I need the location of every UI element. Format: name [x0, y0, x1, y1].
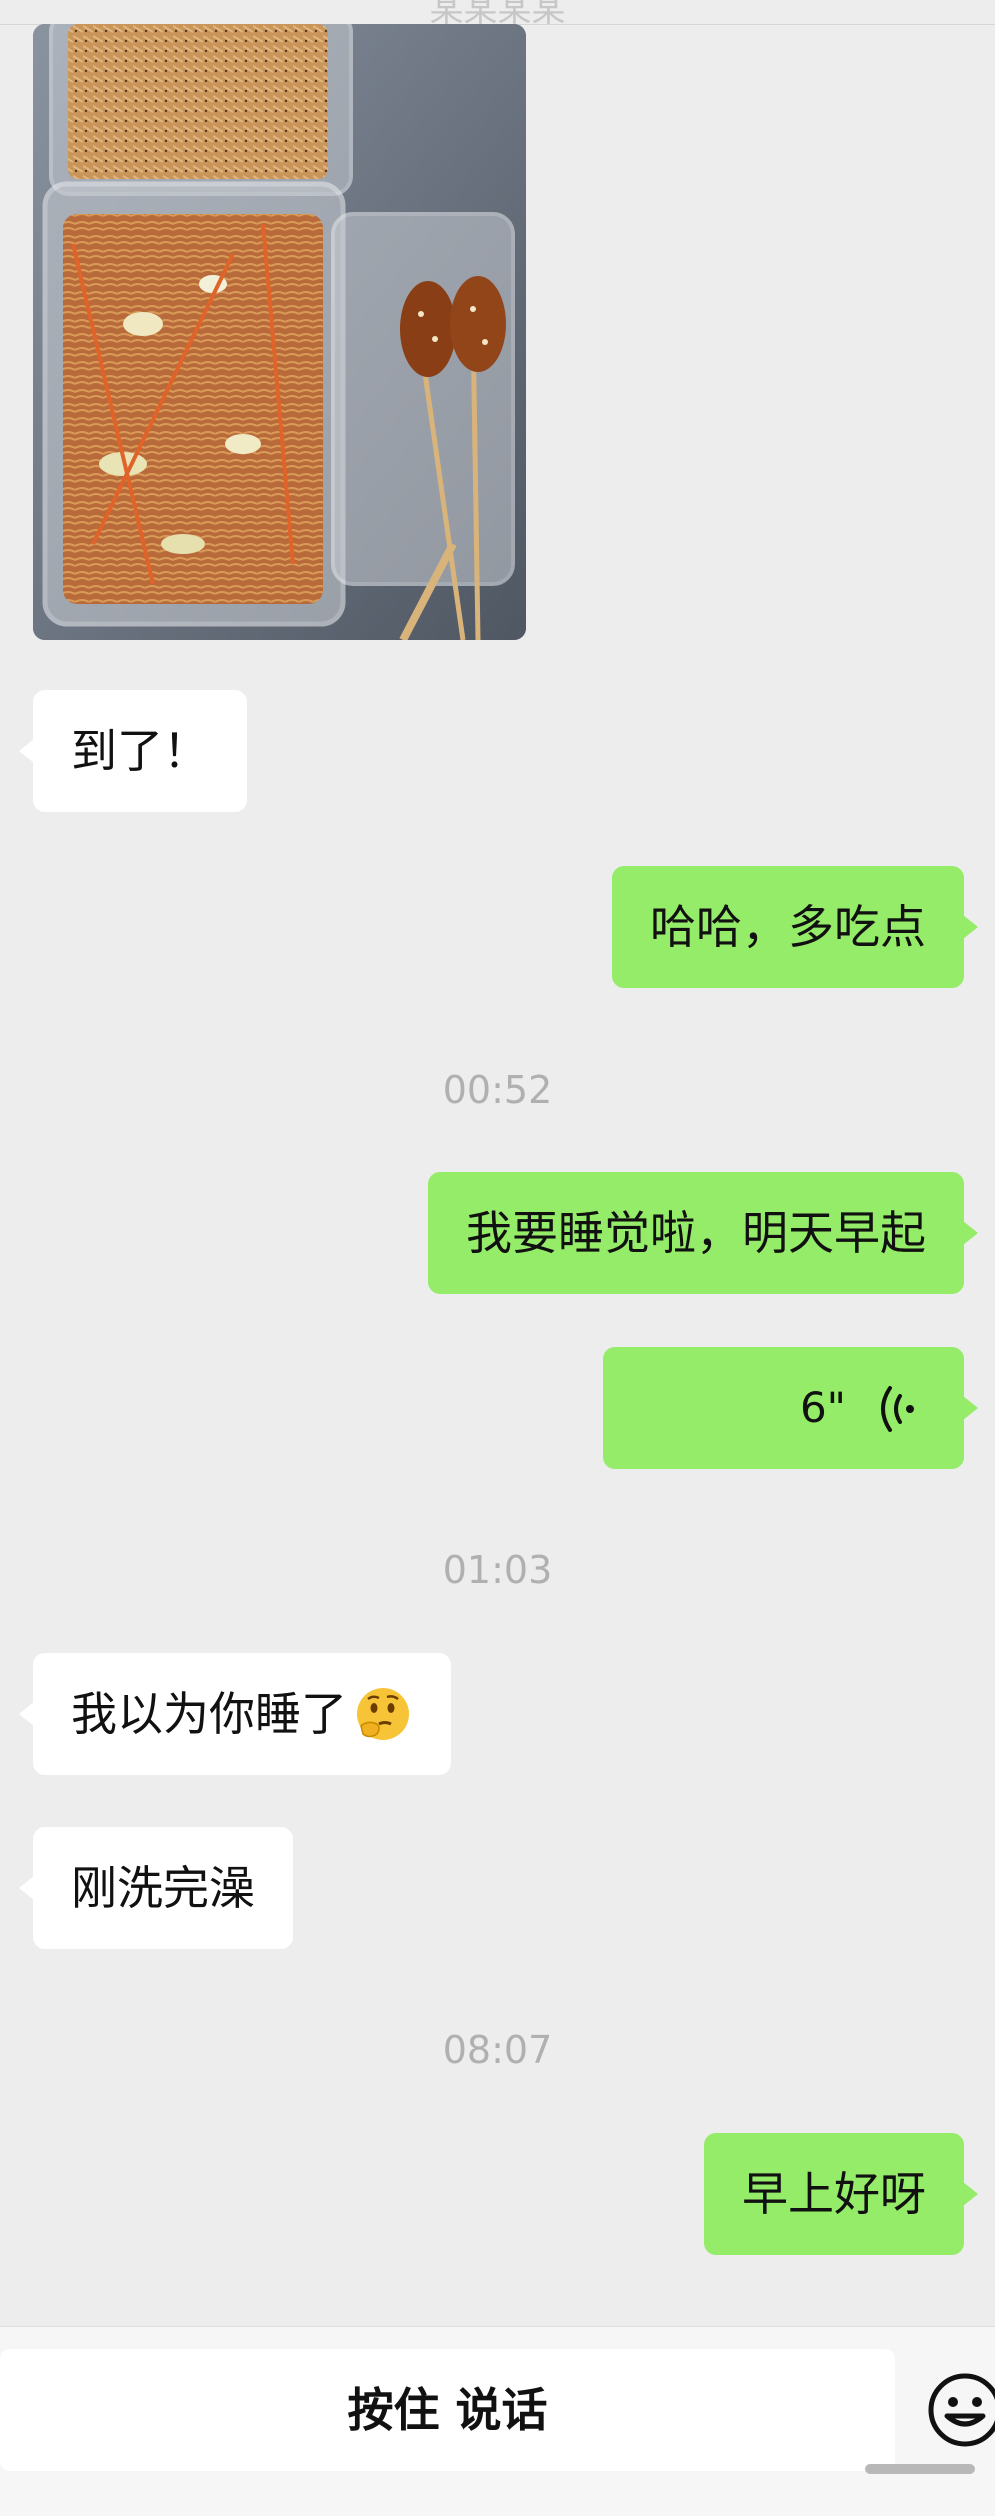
smiley-icon[interactable] [925, 2370, 995, 2450]
message-text: 到了！ [71, 724, 209, 778]
message-bubble-in[interactable]: 刚洗完澡 [19, 1827, 293, 1949]
message-bubble-out[interactable]: 哈哈，多吃点 [612, 866, 978, 988]
message-text: 哈哈，多吃点 [650, 900, 926, 954]
message-text: 刚洗完澡 [71, 1861, 255, 1915]
home-indicator [865, 2464, 975, 2474]
timestamp: 00:52 [442, 1068, 553, 1112]
timestamp: 08:07 [442, 2028, 553, 2072]
message-text: 早上好呀 [742, 2167, 926, 2221]
message-bubble-out[interactable]: 早上好呀 [704, 2133, 978, 2255]
message-bubble-in[interactable]: 到了！ [19, 690, 247, 812]
timestamp: 01:03 [442, 1548, 553, 1592]
food-photo-message[interactable] [33, 24, 526, 640]
voice-wave-icon [881, 1386, 914, 1432]
food-photo [33, 24, 526, 640]
thinking-face-icon [357, 1687, 409, 1740]
message-list: 到了！ 哈哈，多吃点 00:52 我要睡觉啦，明天早起 6" 01:03 我以为… [0, 0, 995, 2320]
voice-message-bubble[interactable]: 6" [603, 1347, 978, 1469]
voice-duration: 6" [799, 1383, 846, 1432]
hold-to-talk-button[interactable]: 按住 说话 [0, 2349, 895, 2471]
message-bubble-out[interactable]: 我要睡觉啦，明天早起 [428, 1172, 978, 1294]
input-bar: 按住 说话 [0, 2326, 995, 2516]
message-bubble-in[interactable]: 我以为你睡了 [19, 1653, 451, 1775]
message-text: 我要睡觉啦，明天早起 [466, 1206, 926, 1260]
message-text: 我以为你睡了 [71, 1687, 347, 1741]
